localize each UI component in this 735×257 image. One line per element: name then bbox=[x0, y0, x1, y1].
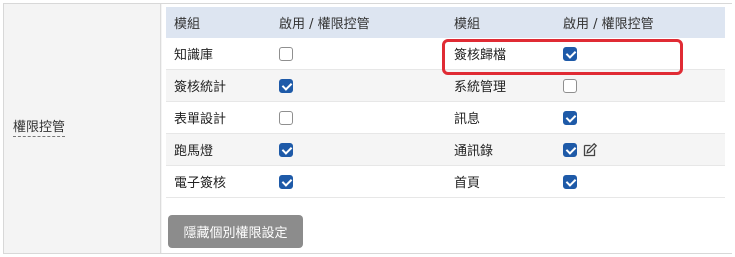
section-label: 權限控管 bbox=[13, 120, 66, 137]
header-module-left: 模組 bbox=[174, 17, 201, 32]
table-header: 模組 啟用 / 權限控管 模組 啟用 / 權限控管 bbox=[166, 7, 725, 38]
module-name: 系統管理 bbox=[454, 80, 507, 95]
module-name: 跑馬燈 bbox=[174, 144, 214, 159]
table-row: 知識庫 簽核歸檔 bbox=[166, 38, 725, 70]
module-name: 電子簽核 bbox=[174, 176, 227, 191]
module-name: 首頁 bbox=[454, 176, 481, 191]
header-module-right: 模組 bbox=[454, 17, 481, 32]
table-row: 表單設計 訊息 bbox=[166, 102, 725, 134]
module-name: 知識庫 bbox=[174, 48, 214, 63]
enable-checkbox[interactable] bbox=[563, 110, 577, 125]
enable-checkbox[interactable] bbox=[279, 174, 293, 189]
permission-table: 模組 啟用 / 權限控管 模組 啟用 / 權限控管 知識庫 簽核歸檔 簽核統計 … bbox=[166, 7, 725, 198]
table-row: 簽核統計 系統管理 bbox=[166, 70, 725, 102]
enable-checkbox[interactable] bbox=[563, 78, 577, 93]
module-name: 訊息 bbox=[454, 112, 481, 127]
header-enable-right: 啟用 / 權限控管 bbox=[563, 17, 654, 32]
enable-checkbox[interactable] bbox=[279, 110, 293, 125]
module-name: 簽核歸檔 bbox=[454, 48, 507, 63]
enable-checkbox[interactable] bbox=[279, 46, 293, 61]
header-enable-left: 啟用 / 權限控管 bbox=[279, 17, 370, 32]
label-cell: 權限控管 bbox=[4, 4, 161, 253]
permission-panel: 權限控管 模組 啟用 / 權限控管 模組 啟用 / 權限控管 知識庫 簽核歸檔 … bbox=[3, 3, 732, 254]
enable-checkbox[interactable] bbox=[279, 142, 293, 157]
edit-icon[interactable] bbox=[582, 142, 598, 158]
module-name: 通訊錄 bbox=[454, 144, 494, 159]
enable-checkbox[interactable] bbox=[563, 46, 577, 61]
hide-permission-settings-button[interactable]: 隱藏個別權限設定 bbox=[168, 215, 303, 248]
enable-checkbox[interactable] bbox=[563, 142, 577, 157]
table-row: 電子簽核 首頁 bbox=[166, 166, 725, 198]
enable-checkbox[interactable] bbox=[563, 174, 577, 189]
permission-content: 模組 啟用 / 權限控管 模組 啟用 / 權限控管 知識庫 簽核歸檔 簽核統計 … bbox=[162, 4, 732, 253]
table-row: 跑馬燈 通訊錄 bbox=[166, 134, 725, 166]
module-name: 表單設計 bbox=[174, 112, 227, 127]
module-name: 簽核統計 bbox=[174, 80, 227, 95]
enable-checkbox[interactable] bbox=[279, 78, 293, 93]
